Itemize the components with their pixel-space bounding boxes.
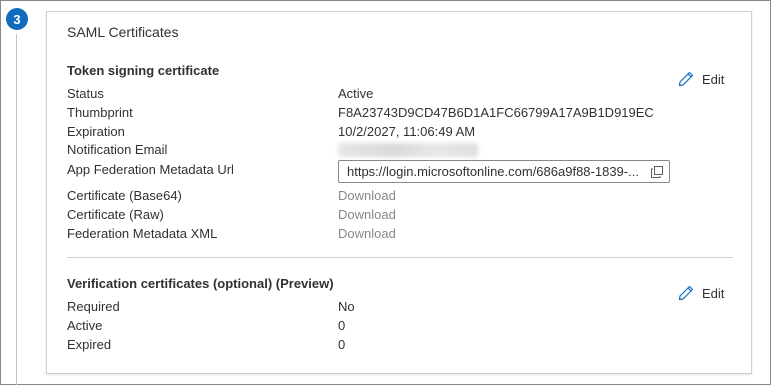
cert-raw-download-link[interactable]: Download — [338, 207, 396, 222]
pencil-icon — [678, 71, 694, 87]
cert-base64-download-link[interactable]: Download — [338, 188, 396, 203]
edit-label: Edit — [702, 285, 725, 301]
copy-icon[interactable] — [651, 166, 663, 178]
federation-xml-download-link[interactable]: Download — [338, 226, 396, 241]
required-label: Required — [67, 299, 120, 314]
metadata-url-label: App Federation Metadata Url — [67, 162, 234, 177]
card-title: SAML Certificates — [67, 24, 179, 40]
cert-base64-label: Certificate (Base64) — [67, 188, 182, 203]
thumbprint-value: F8A23743D9CD47B6D1A1FC66799A17A9B1D919EC — [338, 105, 654, 120]
thumbprint-label: Thumbprint — [67, 105, 133, 120]
cert-raw-label: Certificate (Raw) — [67, 207, 164, 222]
expiration-value: 10/2/2027, 11:06:49 AM — [338, 124, 476, 139]
saml-certificates-card: SAML Certificates Token signing certific… — [46, 11, 752, 374]
active-label: Active — [67, 318, 103, 333]
token-signing-edit-button[interactable]: Edit — [678, 71, 724, 87]
step-connector-line — [16, 34, 17, 385]
federation-xml-label: Federation Metadata XML — [67, 226, 218, 241]
expired-label: Expired — [67, 337, 112, 352]
verification-edit-button[interactable]: Edit — [678, 285, 724, 301]
metadata-url-text: https://login.microsoftonline.com/686a9f… — [347, 164, 639, 179]
active-value: 0 — [338, 318, 346, 333]
status-label: Status — [67, 86, 104, 101]
section-divider — [67, 257, 733, 258]
token-signing-title: Token signing certificate — [67, 63, 220, 78]
required-value: No — [338, 299, 355, 314]
pencil-icon — [678, 285, 694, 301]
verification-title: Verification certificates (optional) (Pr… — [67, 276, 334, 291]
step-number-badge: 3 — [6, 8, 28, 30]
notification-email-label: Notification Email — [67, 142, 168, 157]
metadata-url-field[interactable]: https://login.microsoftonline.com/686a9f… — [338, 160, 670, 183]
notification-email-redacted — [338, 143, 478, 157]
status-value: Active — [338, 86, 374, 101]
edit-label: Edit — [702, 71, 725, 87]
expired-value: 0 — [338, 337, 346, 352]
expiration-label: Expiration — [67, 124, 125, 139]
